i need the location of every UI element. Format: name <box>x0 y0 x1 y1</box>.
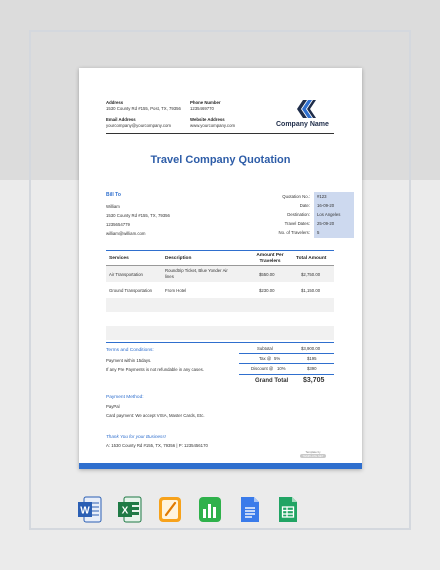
discount-value: $390 <box>307 366 317 371</box>
email-value: yourcompany@yourcompany.com <box>106 123 171 128</box>
quotation-page: Address 1530 County Rd #155, Post, TX, 7… <box>79 68 362 469</box>
page-title: Travel Company Quotation <box>150 154 291 166</box>
quotation-no-value: #123 <box>317 194 327 199</box>
terms-label: Terms and Conditions: <box>106 348 154 353</box>
row1-amount: $550.00 <box>259 272 275 277</box>
destination-label: Destination: <box>287 212 310 217</box>
pages-icon[interactable] <box>158 496 182 523</box>
grand-total-label: Grand Total <box>255 378 289 384</box>
website-value: www.yourcompany.com <box>190 123 236 128</box>
address-label: Address <box>106 100 124 105</box>
row2-service: Ground Transportation <box>109 288 152 293</box>
company-logo-icon <box>297 100 316 118</box>
bill-to-phone: 1235654779 <box>106 222 130 227</box>
summary-rule <box>239 353 334 354</box>
bill-to-email: william@william.com <box>106 231 146 236</box>
bill-to-name: William <box>106 204 120 209</box>
payment-line-2: Card payment: We accept VISA, Master Car… <box>106 413 205 418</box>
address-value: 1530 County Rd #155, Post, TX, 79356 <box>106 106 181 111</box>
svg-text:X: X <box>122 506 129 517</box>
travel-dates-label: Travel Dates: <box>284 221 310 226</box>
terms-line-1: Payment within 15days. <box>106 358 152 363</box>
tax-label: Tax @ <box>259 356 272 361</box>
row1-total: $2,750.00 <box>301 272 321 277</box>
subtotal-label: Subtotal <box>257 346 273 351</box>
header-divider <box>106 133 334 134</box>
row2-total: $1,150.00 <box>301 288 321 293</box>
table-row-empty <box>106 298 334 312</box>
phone-label: Phone Number <box>190 100 221 105</box>
numbers-icon[interactable] <box>198 496 222 523</box>
header-amount-per-traveler: Amount Per Travelers <box>256 253 284 264</box>
header-total-amount: Total Amount <box>296 256 327 261</box>
travel-dates-value: 25-09-20 <box>317 221 335 226</box>
travelers-label: No. of Travelers: <box>278 230 310 235</box>
badge-brand-text: TEMPLATE.NET <box>300 454 326 458</box>
file-format-icons: W X <box>0 496 440 526</box>
footer-band <box>79 463 362 469</box>
phone-value: 1235469770 <box>190 106 214 111</box>
row1-service: Air Transportation <box>109 272 143 277</box>
template-badge: Template by TEMPLATE.NET <box>296 451 330 459</box>
thank-you-text: Thank You for your Business! <box>106 434 166 439</box>
grand-total-value: $3,705 <box>303 377 325 384</box>
table-row-empty <box>106 326 334 340</box>
payment-method-label: Payment Method: <box>106 395 144 400</box>
tax-rate: 5% <box>274 356 281 361</box>
summary-rule <box>239 363 334 364</box>
header-description: Description <box>165 256 192 261</box>
table-top-rule <box>106 250 334 251</box>
row1-description: Roundtrip Ticket, Blue Yonder Air lines <box>165 268 228 279</box>
row2-description: From Hotel <box>165 288 187 293</box>
website-label: Website Address <box>190 117 225 122</box>
company-name: Company Name <box>276 121 329 128</box>
travelers-value: 5 <box>317 230 320 235</box>
discount-label: Discount @ <box>251 366 274 371</box>
bill-to-address: 1530 County Rd #155, TX, 79356 <box>106 213 170 218</box>
svg-text:W: W <box>80 506 90 517</box>
discount-rate: 10% <box>277 366 286 371</box>
word-icon[interactable]: W <box>78 496 102 523</box>
tax-value: $195 <box>307 356 317 361</box>
destination-value: Los Angeles <box>317 212 341 217</box>
date-label: Date: <box>299 203 310 208</box>
bill-to-label: Bill To <box>106 192 121 198</box>
header-services: Services <box>109 256 129 261</box>
google-sheets-icon[interactable] <box>276 496 300 523</box>
table-bottom-rule <box>106 342 334 343</box>
terms-line-2: If any Pre Payments is not refundable in… <box>106 367 204 372</box>
summary-rule <box>239 374 334 375</box>
footer-contact: A: 1530 County Rd #155, TX, 79356 | P: 1… <box>106 443 208 448</box>
subtotal-value: $3,900.00 <box>301 346 321 351</box>
date-value: 16-09-20 <box>317 203 335 208</box>
excel-icon[interactable]: X <box>118 496 142 523</box>
email-label: Email Address <box>106 117 136 122</box>
payment-line-1: PayPal <box>106 404 120 409</box>
row2-amount: $230.00 <box>259 288 275 293</box>
quotation-no-label: Quotation No.: <box>282 194 310 199</box>
google-docs-icon[interactable] <box>238 496 262 523</box>
